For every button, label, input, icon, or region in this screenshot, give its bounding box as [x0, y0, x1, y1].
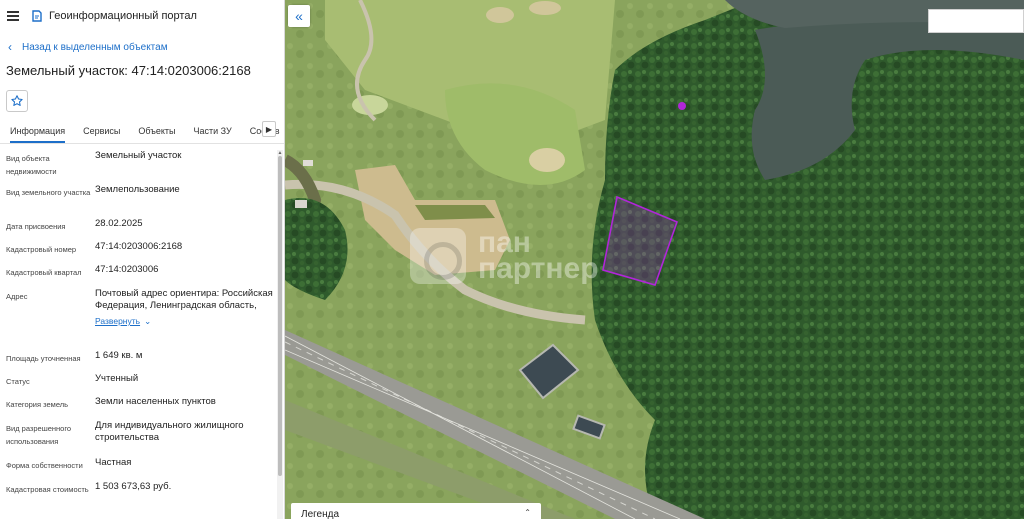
- parcel-marker[interactable]: [678, 102, 686, 110]
- property-row: Кадастровый номер 47:14:0203006:2168: [0, 239, 284, 262]
- scrollbar-thumb[interactable]: [278, 156, 282, 476]
- property-value: 28.02.2025: [95, 218, 143, 229]
- property-value: 47:14:0203006: [95, 264, 159, 275]
- property-label: Дата присвоения: [6, 222, 66, 231]
- property-value: Земельный участок: [95, 150, 182, 161]
- satellite-imagery: [285, 0, 1024, 519]
- watermark: пан партнер: [410, 228, 599, 284]
- property-row: Вид земельного участка Землепользование: [0, 182, 284, 216]
- property-value: 1 503 673,63 руб.: [95, 481, 172, 492]
- favorite-button[interactable]: [6, 90, 28, 112]
- property-label: Площадь уточненная: [6, 354, 81, 363]
- collapse-panel-button[interactable]: «: [288, 5, 310, 27]
- tabs-next-button[interactable]: ▶: [262, 121, 276, 137]
- watermark-text-2: партнер: [478, 252, 599, 285]
- back-to-selected-link[interactable]: ‹ Назад к выделенным объектам: [0, 32, 284, 62]
- property-row: Кадастровая стоимость 1 503 673,63 руб.: [0, 479, 284, 509]
- sidebar-panel: Геоинформационный портал ‹ Назад к выдел…: [0, 0, 285, 519]
- property-row: Статус Учтенный: [0, 371, 284, 394]
- legend-panel[interactable]: Легенда ⌃⌄: [291, 503, 541, 519]
- property-value: Землепользование: [95, 184, 180, 195]
- object-title: Земельный участок: 47:14:0203006:2168: [6, 63, 251, 78]
- tab-bar: Информация Сервисы Объекты Части ЗУ Сост…: [0, 118, 284, 144]
- app-root: Геоинформационный портал ‹ Назад к выдел…: [0, 0, 1024, 519]
- property-label: Адрес: [6, 292, 28, 301]
- property-label: Категория земель: [6, 400, 69, 409]
- property-row: Форма собственности Частная: [0, 455, 284, 479]
- property-row-address: Адрес Почтовый адрес ориентира: Российск…: [0, 286, 284, 348]
- map-search-box[interactable]: [928, 9, 1024, 33]
- map-view[interactable]: пан партнер « Легенда ⌃⌄: [285, 0, 1024, 519]
- back-link-label: Назад к выделенным объектам: [22, 41, 168, 53]
- property-label: Статус: [6, 377, 30, 386]
- chevron-up-down-icon[interactable]: ⌃⌄: [524, 509, 531, 519]
- chevron-left-icon: ‹: [8, 40, 12, 54]
- property-value: Почтовый адрес ориентира: Российская Фед…: [95, 286, 275, 348]
- star-icon: [11, 95, 23, 106]
- property-label: Вид объекта недвижимости: [6, 154, 57, 176]
- tab-services[interactable]: Сервисы: [83, 126, 120, 143]
- property-value: Для индивидуального жилищного строительс…: [95, 420, 244, 443]
- sidebar-scrollbar[interactable]: ▲: [277, 150, 283, 519]
- app-title: Геоинформационный портал: [49, 10, 197, 22]
- address-text: Почтовый адрес ориентира: Российская Фед…: [95, 288, 273, 311]
- property-label: Кадастровый квартал: [6, 268, 82, 277]
- chevron-down-icon: ⌄: [144, 316, 152, 326]
- portal-logo-icon: [32, 10, 42, 22]
- property-row: Вид разрешенного использования Для индив…: [0, 418, 284, 455]
- property-row: Площадь уточненная 1 649 кв. м: [0, 348, 284, 371]
- property-value: Учтенный: [95, 373, 139, 384]
- property-label: Кадастровый номер: [6, 245, 77, 254]
- property-value: Земли населенных пунктов: [95, 396, 216, 407]
- property-value: Частная: [95, 457, 132, 468]
- property-label: Форма собственности: [6, 461, 83, 470]
- properties-list: Вид объекта недвижимости Земельный участ…: [0, 144, 284, 514]
- expand-label: Развернуть: [95, 316, 141, 326]
- property-value: 1 649 кв. м: [95, 350, 143, 361]
- top-bar: Геоинформационный портал: [0, 0, 284, 32]
- property-label: Вид разрешенного использования: [6, 424, 72, 446]
- tab-objects[interactable]: Объекты: [138, 126, 175, 143]
- expand-address-link[interactable]: Развернуть ⌄: [95, 315, 151, 327]
- watermark-logo-icon: [410, 228, 466, 284]
- property-label: Вид земельного участка: [6, 188, 91, 197]
- property-value: 47:14:0203006:2168: [95, 241, 183, 252]
- tab-info[interactable]: Информация: [10, 126, 66, 143]
- property-row: Категория земель Земли населенных пункто…: [0, 394, 284, 418]
- property-row: Дата присвоения 28.02.2025: [0, 216, 284, 239]
- double-chevron-left-icon: «: [295, 8, 303, 24]
- tab-parts[interactable]: Части ЗУ: [194, 126, 232, 143]
- hamburger-icon[interactable]: [7, 11, 19, 21]
- chevron-right-icon: ▶: [265, 124, 273, 134]
- legend-title: Легенда: [301, 509, 340, 519]
- property-row: Вид объекта недвижимости Земельный участ…: [0, 148, 284, 182]
- property-label: Кадастровая стоимость: [6, 485, 89, 494]
- property-row: Кадастровый квартал 47:14:0203006: [0, 262, 284, 286]
